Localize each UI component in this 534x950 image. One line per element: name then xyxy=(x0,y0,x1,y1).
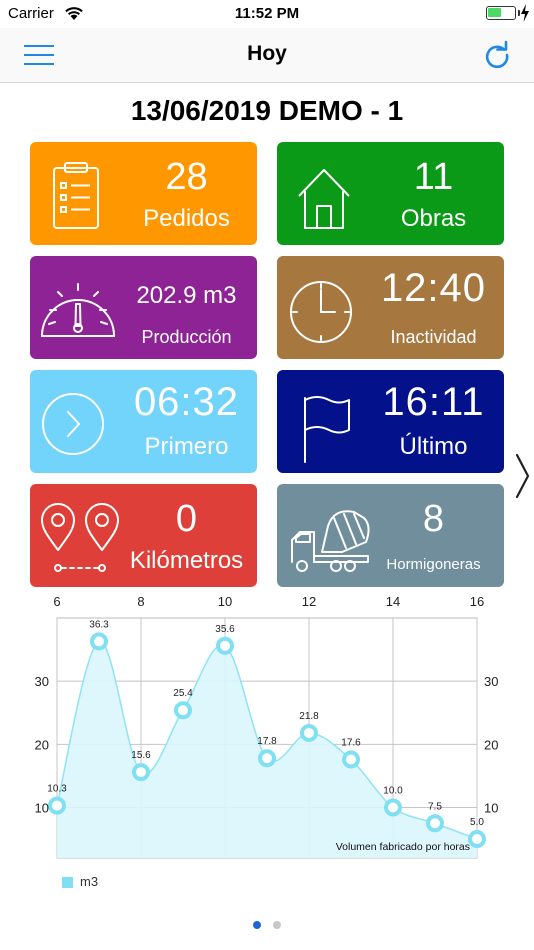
data-label: 15.6 xyxy=(131,750,151,761)
data-point xyxy=(216,636,234,655)
data-label: 5.0 xyxy=(470,817,484,828)
y-tick-label-left: 20 xyxy=(35,737,49,752)
kilometros-value: 0 xyxy=(175,498,198,540)
data-point xyxy=(426,814,444,833)
pedidos-label: Pedidos xyxy=(143,205,230,232)
ultimo-value: 16:11 xyxy=(382,380,485,424)
page-dot-1[interactable] xyxy=(253,921,261,929)
kilometros-label: Kilómetros xyxy=(129,547,244,574)
data-point xyxy=(132,763,150,782)
produccion-label: Producción xyxy=(141,327,232,347)
ultimo-label: Último xyxy=(399,433,468,460)
x-tick-label: 14 xyxy=(386,594,400,609)
clipboard-icon xyxy=(53,162,99,229)
charging-bolt-icon xyxy=(521,4,529,22)
y-tick-label-left: 30 xyxy=(35,674,49,689)
tile-produccion[interactable]: 202.9 m3 Producción xyxy=(30,256,257,359)
tile-ultimo[interactable]: 16:11 Último xyxy=(277,370,504,473)
inactividad-value: 12:40 xyxy=(380,266,487,310)
x-tick-label: 10 xyxy=(218,594,232,609)
obras-label: Obras xyxy=(400,205,467,232)
production-chart: 10.3 36.3 15.6 25.4 35.6 17.8 21.8 17.6 10.0 7.5 5… xyxy=(0,590,534,890)
data-label: 35.6 xyxy=(215,624,235,635)
data-point xyxy=(384,798,402,817)
data-point xyxy=(174,701,192,720)
clock-icon xyxy=(290,281,352,343)
y-tick-label-left: 10 xyxy=(35,800,49,815)
production-chart-svg: 10.3 36.3 15.6 25.4 35.6 17.8 21.8 17.6 10.0 7.5 5… xyxy=(35,594,498,859)
y-tick-label-right: 10 xyxy=(484,800,498,815)
data-point xyxy=(342,750,360,769)
tile-kilometros[interactable]: 0 Kilómetros xyxy=(30,484,257,587)
data-label: 7.5 xyxy=(428,801,442,812)
data-label: 21.8 xyxy=(299,711,319,722)
data-label: 25.4 xyxy=(173,688,193,699)
legend-swatch xyxy=(62,877,73,888)
primero-value: 06:32 xyxy=(133,380,240,424)
data-point xyxy=(48,796,66,815)
obras-value: 11 xyxy=(413,156,454,198)
pedidos-value: 28 xyxy=(165,156,208,198)
tile-pedidos[interactable]: 28 Pedidos xyxy=(30,142,257,245)
legend-label: m3 xyxy=(80,874,99,889)
hormigoneras-label: Hormigoneras xyxy=(386,556,481,573)
battery-icon xyxy=(486,6,516,20)
hormigoneras-value: 8 xyxy=(422,498,445,540)
data-label: 36.3 xyxy=(89,619,109,630)
inactividad-label: Inactividad xyxy=(390,327,477,347)
data-point xyxy=(468,830,486,849)
x-tick-label: 16 xyxy=(470,594,484,609)
status-bar: Carrier 11:52 PM xyxy=(0,0,534,28)
data-label: 17.8 xyxy=(257,736,277,747)
x-tick-label: 8 xyxy=(137,594,144,609)
page-indicator[interactable] xyxy=(0,921,534,929)
nav-title: Hoy xyxy=(247,42,287,65)
data-label: 17.6 xyxy=(341,737,361,748)
tile-hormigoneras[interactable]: 8 Hormigoneras xyxy=(277,484,504,587)
refresh-icon[interactable] xyxy=(482,40,512,70)
tile-inactividad[interactable]: 12:40 Inactividad xyxy=(277,256,504,359)
page-dot-2[interactable] xyxy=(273,921,281,929)
x-tick-label: 12 xyxy=(302,594,316,609)
data-point xyxy=(258,749,276,768)
y-tick-label-right: 30 xyxy=(484,674,498,689)
battery-level xyxy=(488,8,501,17)
x-tick-label: 6 xyxy=(53,594,60,609)
data-point xyxy=(300,723,318,742)
house-icon xyxy=(298,169,350,229)
data-label: 10.0 xyxy=(383,785,403,796)
tile-primero[interactable]: 06:32 Primero xyxy=(30,370,257,473)
tile-obras[interactable]: 11 Obras xyxy=(277,142,504,245)
chevron-right-circle-icon xyxy=(42,393,104,455)
flag-icon xyxy=(304,396,350,463)
chart-annotation: Volumen fabricado por horas xyxy=(336,841,470,853)
route-pins-icon xyxy=(41,503,119,572)
status-time: 11:52 PM xyxy=(234,5,300,22)
navigation-bar: Hoy xyxy=(0,28,534,83)
primero-label: Primero xyxy=(144,433,229,460)
next-page-arrow-icon[interactable] xyxy=(514,452,532,500)
produccion-value: 202.9 m3 xyxy=(136,282,237,309)
concrete-mixer-truck-icon xyxy=(291,510,370,572)
page-title: 13/06/2019 DEMO - 1 xyxy=(130,95,404,126)
menu-button[interactable] xyxy=(24,42,56,68)
gauge-icon xyxy=(40,283,116,337)
data-label: 10.3 xyxy=(47,784,67,795)
y-tick-label-right: 20 xyxy=(484,737,498,752)
data-point xyxy=(90,632,108,651)
